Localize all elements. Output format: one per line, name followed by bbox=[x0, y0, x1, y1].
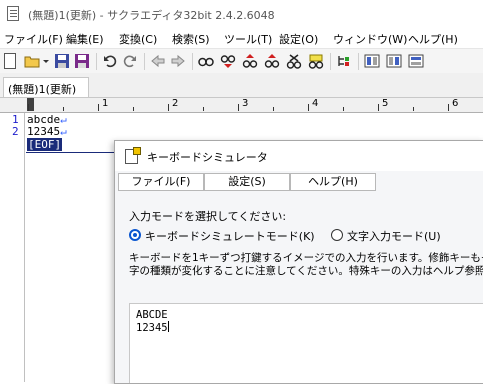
ruler: 1 2 3 4 5 6 bbox=[0, 98, 483, 113]
menu-file[interactable]: ファイル(F) bbox=[4, 31, 63, 47]
search-prev-icon[interactable] bbox=[220, 53, 236, 69]
ruler-tick bbox=[308, 104, 309, 111]
redo-icon[interactable] bbox=[122, 53, 138, 69]
save-icon[interactable] bbox=[54, 53, 70, 69]
ruler-label: 3 bbox=[242, 98, 249, 109]
search-icon[interactable] bbox=[198, 53, 214, 69]
input-line: 12345 bbox=[136, 321, 169, 334]
dropdown-arrow-icon[interactable] bbox=[42, 53, 50, 69]
description-line: キーボードを1キーずつ打鍵するイメージでの入力を行います。修飾キーもその bbox=[129, 252, 483, 264]
menu-bar: ファイル(F) 編集(E) 変換(C) 検索(S) ツール(T) 設定(O) ウ… bbox=[0, 28, 483, 48]
settings-icon[interactable] bbox=[408, 53, 424, 69]
description-line: 字の種類が変化することに注意してください。特殊キーの入力はヘルプ参照。 bbox=[129, 265, 483, 277]
ruler-label: 5 bbox=[382, 98, 389, 109]
ruler-tick bbox=[63, 107, 64, 111]
keyboard-simulate-mode-label[interactable]: キーボードシミュレートモード(K) bbox=[145, 228, 315, 244]
keyboard-simulate-mode-radio[interactable] bbox=[129, 229, 141, 241]
ruler-tick bbox=[28, 104, 29, 111]
cursor-underline bbox=[26, 152, 116, 153]
dialog-title-bar: キーボードシミュレータ bbox=[115, 141, 483, 171]
ruler-tick bbox=[413, 107, 414, 111]
ruler-tick bbox=[378, 104, 379, 111]
open-folder-icon[interactable] bbox=[24, 53, 40, 69]
ruler-tick bbox=[238, 104, 239, 111]
text-input-mode-radio[interactable] bbox=[331, 229, 343, 241]
text-input-mode-label[interactable]: 文字入力モード(U) bbox=[347, 228, 441, 244]
jump-back-icon[interactable] bbox=[150, 53, 166, 69]
menu-convert[interactable]: 変換(C) bbox=[119, 31, 157, 47]
clear-mark-icon[interactable] bbox=[308, 53, 324, 69]
undo-icon[interactable] bbox=[102, 53, 118, 69]
ruler-tick bbox=[133, 107, 134, 111]
title-bar: (無題)1(更新) - サクラエディタ32bit 2.4.2.6048 bbox=[0, 0, 483, 28]
mode-prompt-label: 入力モードを選択してください: bbox=[129, 210, 287, 223]
ruler-tick bbox=[168, 104, 169, 111]
outline-icon[interactable] bbox=[336, 53, 352, 69]
input-line: ABCDE bbox=[136, 309, 168, 321]
toolbar-separator bbox=[330, 53, 331, 70]
jump-forward-icon[interactable] bbox=[170, 53, 186, 69]
ruler-label: 6 bbox=[452, 98, 459, 109]
ruler-tick bbox=[273, 107, 274, 111]
toolbar-separator bbox=[144, 53, 145, 70]
menu-help[interactable]: ヘルプ(H) bbox=[408, 31, 458, 47]
menu-edit[interactable]: 編集(E) bbox=[66, 31, 104, 47]
ruler-label: 4 bbox=[312, 98, 319, 109]
new-file-icon[interactable] bbox=[4, 53, 16, 69]
compare-icon[interactable] bbox=[386, 53, 402, 69]
line-number-gutter: 1 2 bbox=[0, 113, 25, 382]
keyboard-simulator-icon bbox=[125, 147, 141, 164]
dialog-file-menu-button[interactable]: ファイル(F) bbox=[118, 173, 204, 191]
window-title: (無題)1(更新) - サクラエディタ32bit 2.4.2.6048 bbox=[28, 9, 275, 22]
menu-settings[interactable]: 設定(O) bbox=[279, 31, 318, 47]
macro-icon[interactable] bbox=[364, 53, 380, 69]
toolbar-separator bbox=[358, 53, 359, 70]
tab-strip: (無題)1(更新) bbox=[0, 73, 483, 98]
dialog-title: キーボードシミュレータ bbox=[147, 151, 268, 164]
ruler-label: 1 bbox=[102, 98, 109, 109]
save-all-icon[interactable] bbox=[74, 53, 90, 69]
menu-search[interactable]: 検索(S) bbox=[172, 31, 210, 47]
replace-icon[interactable] bbox=[264, 53, 280, 69]
search-next-icon[interactable] bbox=[242, 53, 258, 69]
editor-line-text: 12345 bbox=[27, 125, 61, 138]
menu-tools[interactable]: ツール(T) bbox=[224, 31, 272, 47]
eol-mark-icon: ↵ bbox=[60, 125, 67, 138]
menu-window[interactable]: ウィンドウ(W) bbox=[333, 31, 407, 47]
line-number: 2 bbox=[12, 125, 19, 138]
ruler-label: 2 bbox=[172, 98, 179, 109]
toolbar-separator bbox=[96, 53, 97, 70]
dialog-help-menu-button[interactable]: ヘルプ(H) bbox=[290, 173, 376, 191]
ruler-tick bbox=[343, 107, 344, 111]
simulator-input-textarea[interactable]: ABCDE 12345 bbox=[129, 303, 483, 383]
grep-icon[interactable] bbox=[286, 53, 302, 69]
text-caret bbox=[167, 321, 169, 332]
eof-marker: [EOF] bbox=[27, 138, 63, 151]
keyboard-simulator-dialog: キーボードシミュレータ ファイル(F) 設定(S) ヘルプ(H) 入力モードを選… bbox=[114, 140, 483, 384]
tab-untitled-1[interactable]: (無題)1(更新) bbox=[3, 77, 89, 97]
toolbar bbox=[0, 48, 483, 74]
ruler-tick bbox=[203, 107, 204, 111]
ruler-tick bbox=[448, 104, 449, 111]
editor-line[interactable]: 12345↵ bbox=[27, 125, 67, 138]
notepad-icon bbox=[7, 6, 19, 21]
ruler-tick bbox=[98, 104, 99, 111]
dialog-settings-menu-button[interactable]: 設定(S) bbox=[204, 173, 290, 191]
mode-description: キーボードを1キーずつ打鍵するイメージでの入力を行います。修飾キーもその 字の種… bbox=[129, 252, 483, 278]
toolbar-separator bbox=[192, 53, 193, 70]
input-line-text: 12345 bbox=[136, 322, 168, 334]
